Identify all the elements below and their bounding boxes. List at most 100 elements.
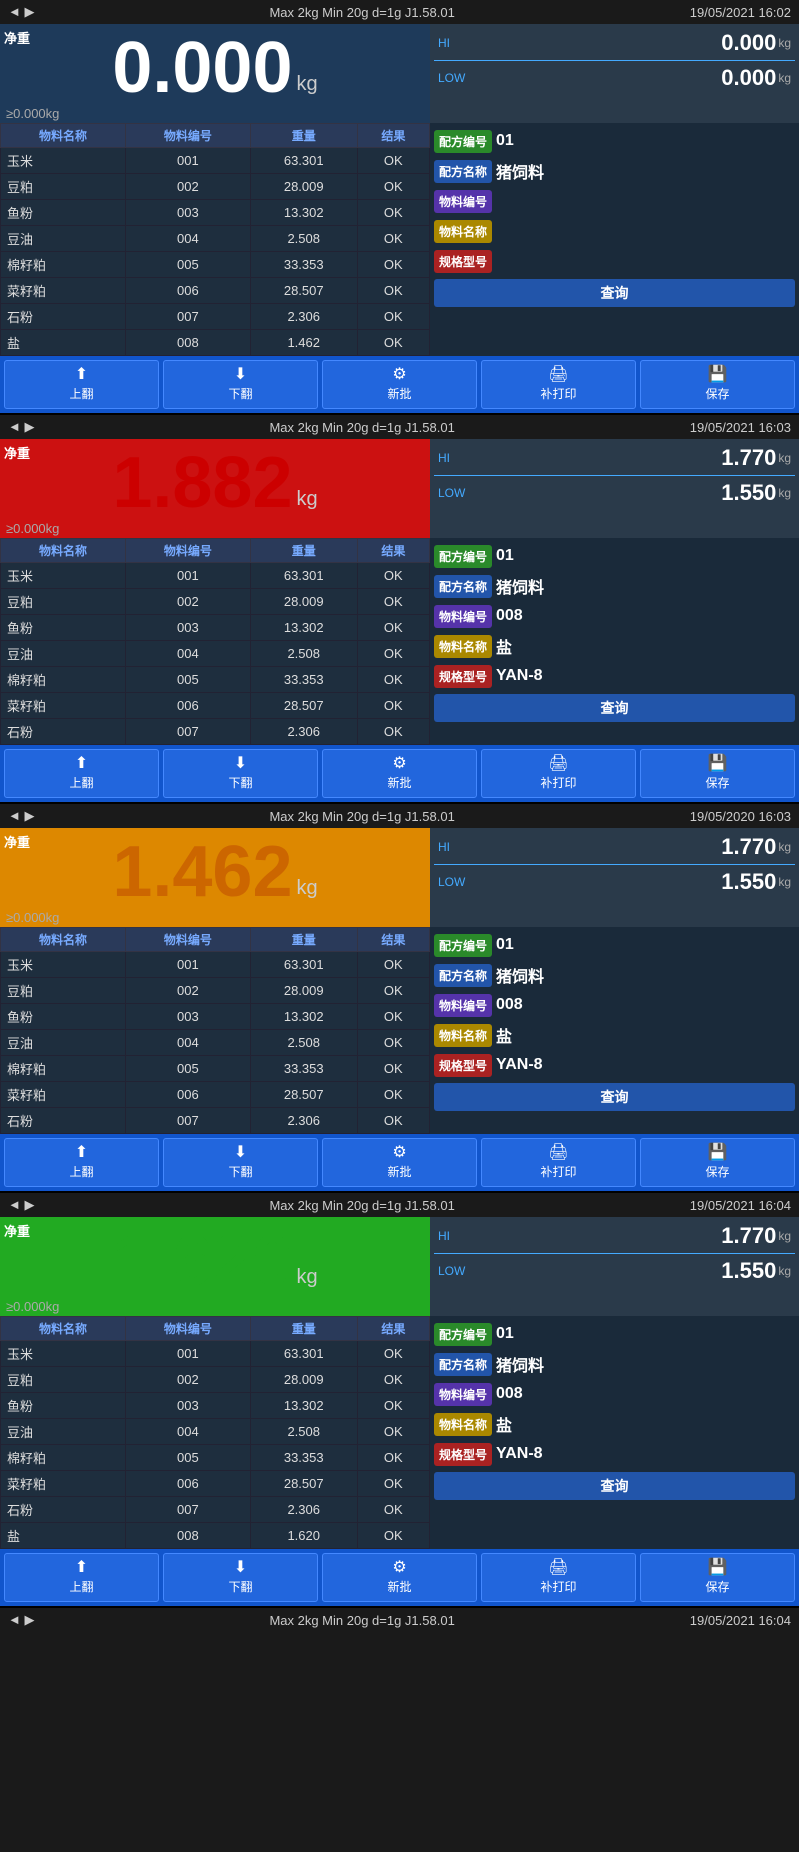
save-button[interactable]: 💾 保存 [640, 749, 795, 798]
down-button[interactable]: ⬇ 下翻 [163, 749, 318, 798]
up-button[interactable]: ⬆ 上翻 [4, 360, 159, 409]
query-button[interactable]: 查询 [434, 694, 795, 722]
hi-label: HI [438, 840, 468, 854]
query-button[interactable]: 查询 [434, 1083, 795, 1111]
reprint-label: 补打印 [540, 385, 576, 402]
hi-label: HI [438, 451, 468, 465]
recipe-name-value: 猪饲料 [496, 1352, 795, 1376]
save-button[interactable]: 💾 保存 [640, 1138, 795, 1187]
down-button[interactable]: ⬇ 下翻 [163, 360, 318, 409]
save-icon: 💾 [708, 756, 728, 772]
divider [434, 60, 795, 61]
material-no-label: 物料编号 [434, 994, 492, 1017]
query-button[interactable]: 查询 [434, 279, 795, 307]
down-button[interactable]: ⬇ 下翻 [163, 1138, 318, 1187]
col-material-name: 物料名称 [1, 124, 126, 148]
data-table: 物料名称 物料编号 重量 结果 玉米 001 63.301 OK 豆粕 002 … [0, 123, 430, 356]
recipe-name-value: 猪饲料 [496, 963, 795, 987]
table-row: 石粉 007 2.306 OK [1, 719, 430, 745]
query-button[interactable]: 查询 [434, 1472, 795, 1500]
col-weight: 重量 [250, 539, 357, 563]
low-unit: kg [778, 71, 791, 85]
left-display: 净重 1.620 kg ≥0.000kg [0, 1217, 430, 1316]
display-area: 净重 0.000 kg ≥0.000kg HI 0.000 kg LOW 0.0… [0, 24, 799, 123]
spec-value: YAN-8 [496, 1056, 795, 1074]
save-button[interactable]: 💾 保存 [640, 1553, 795, 1602]
panel-panel4: ◄ ▶ Max 2kg Min 20g d=1g J1.58.01 19/05/… [0, 1193, 799, 1608]
material-name-value: 盐 [496, 634, 795, 658]
recipe-no-label: 配方编号 [434, 1323, 492, 1346]
hi-value: 0.000 [468, 30, 776, 56]
down-icon: ⬇ [234, 1560, 247, 1576]
reprint-icon: 🖨 [548, 1560, 568, 1576]
up-label: 上翻 [69, 774, 93, 791]
table-container: 物料名称 物料编号 重量 结果 玉米 001 63.301 OK 豆粕 002 … [0, 927, 799, 1134]
material-no-row: 物料编号 008 [434, 602, 795, 630]
new-batch-label: 新批 [387, 774, 411, 791]
recipe-no-row: 配方编号 01 [434, 542, 795, 570]
weight-label: 净重 [4, 832, 30, 851]
recipe-name-row: 配方名称 猪饲料 [434, 157, 795, 185]
new-batch-button[interactable]: ⚙ 新批 [322, 360, 477, 409]
right-display: HI 1.770 kg LOW 1.550 kg [430, 828, 799, 927]
up-button[interactable]: ⬆ 上翻 [4, 1553, 159, 1602]
weight-main: 1.462 kg [0, 828, 430, 908]
down-label: 下翻 [228, 774, 252, 791]
hi-unit: kg [778, 451, 791, 465]
table-row: 豆粕 002 28.009 OK [1, 589, 430, 615]
save-label: 保存 [705, 774, 729, 791]
low-label: LOW [438, 875, 468, 889]
panel-panel3: ◄ ▶ Max 2kg Min 20g d=1g J1.58.01 19/05/… [0, 804, 799, 1193]
up-icon: ⬆ [75, 1560, 88, 1576]
reprint-button[interactable]: 🖨 补打印 [481, 360, 636, 409]
table-row: 鱼粉 003 13.302 OK [1, 1004, 430, 1030]
left-display: 净重 1.882 kg ≥0.000kg [0, 439, 430, 538]
new-batch-button[interactable]: ⚙ 新批 [322, 1553, 477, 1602]
low-value: 1.550 [468, 1258, 776, 1284]
save-button[interactable]: 💾 保存 [640, 360, 795, 409]
topbar-center: Max 2kg Min 20g d=1g J1.58.01 [269, 809, 454, 824]
reprint-button[interactable]: 🖨 补打印 [481, 1138, 636, 1187]
spec-row: 规格型号 YAN-8 [434, 662, 795, 690]
col-material-no: 物料编号 [125, 928, 250, 952]
new-batch-button[interactable]: ⚙ 新批 [322, 749, 477, 798]
down-label: 下翻 [228, 1163, 252, 1180]
recipe-name-row: 配方名称 猪饲料 [434, 961, 795, 989]
weight-unit: kg [297, 1266, 318, 1289]
table-row: 菜籽粕 006 28.507 OK [1, 1082, 430, 1108]
table-row: 石粉 007 2.306 OK [1, 304, 430, 330]
up-button[interactable]: ⬆ 上翻 [4, 1138, 159, 1187]
up-label: 上翻 [69, 385, 93, 402]
table-row: 玉米 001 63.301 OK [1, 148, 430, 174]
material-no-row: 物料编号 008 [434, 991, 795, 1019]
table-container: 物料名称 物料编号 重量 结果 玉米 001 63.301 OK 豆粕 002 … [0, 123, 799, 356]
up-button[interactable]: ⬆ 上翻 [4, 749, 159, 798]
table-row: 鱼粉 003 13.302 OK [1, 200, 430, 226]
down-button[interactable]: ⬇ 下翻 [163, 1553, 318, 1602]
right-display: HI 0.000 kg LOW 0.000 kg [430, 24, 799, 123]
data-table: 物料名称 物料编号 重量 结果 玉米 001 63.301 OK 豆粕 002 … [0, 538, 430, 745]
col-material-name: 物料名称 [1, 539, 126, 563]
spec-label: 规格型号 [434, 250, 492, 273]
spec-row: 规格型号 YAN-8 [434, 1440, 795, 1468]
hi-label: HI [438, 1229, 468, 1243]
reprint-button[interactable]: 🖨 补打印 [481, 1553, 636, 1602]
table-row: 菜籽粕 006 28.507 OK [1, 278, 430, 304]
recipe-name-label: 配方名称 [434, 160, 492, 183]
hi-unit: kg [778, 36, 791, 50]
save-label: 保存 [705, 1578, 729, 1595]
spec-label: 规格型号 [434, 1443, 492, 1466]
table-row: 盐 008 1.620 OK [1, 1523, 430, 1549]
table-row: 棉籽粕 005 33.353 OK [1, 667, 430, 693]
table-row: 豆粕 002 28.009 OK [1, 1367, 430, 1393]
weight-main: 1.620 kg [0, 1217, 430, 1297]
new-batch-button[interactable]: ⚙ 新批 [322, 1138, 477, 1187]
info-panel: 配方编号 01 配方名称 猪饲料 物料编号 008 物料名称 盐 规格型号 [430, 927, 799, 1134]
weight-label: 净重 [4, 443, 30, 462]
table-row: 石粉 007 2.306 OK [1, 1108, 430, 1134]
table-row: 菜籽粕 006 28.507 OK [1, 693, 430, 719]
up-label: 上翻 [69, 1163, 93, 1180]
bottom-bar: ◄ ▶ Max 2kg Min 20g d=1g J1.58.01 19/05/… [0, 1608, 799, 1632]
weight-value: 1.882 [112, 447, 292, 519]
reprint-button[interactable]: 🖨 补打印 [481, 749, 636, 798]
